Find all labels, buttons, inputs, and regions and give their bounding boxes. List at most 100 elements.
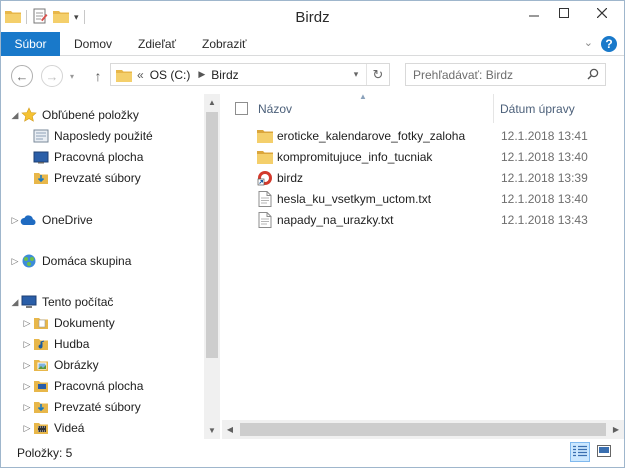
explorer-window: ▾ Birdz Súbor Domov Zdieľať Zobraziť ⌄ ?… [0,0,625,468]
nav-item-homegroup[interactable]: ▷ Domáca skupina [10,251,132,271]
nav-item-favorites[interactable]: ◢ Obľúbené položky [10,105,139,125]
close-button[interactable] [579,1,624,27]
search-input[interactable] [413,67,588,82]
documents-icon [32,315,49,331]
forward-arrow-icon: → [45,68,59,84]
back-button[interactable]: ← [11,65,33,87]
expand-arrow-icon[interactable]: ◢ [10,110,20,121]
nav-item-pictures[interactable]: ▷ Obrázky [22,355,99,375]
scroll-left-icon[interactable]: ◀ [222,420,238,439]
maximize-button[interactable] [549,1,579,27]
refresh-button[interactable]: ↻ [366,64,389,85]
nav-item-videos[interactable]: ▷ Videá [22,418,85,438]
desktop-icon [32,149,49,165]
chevron-down-icon: ▾ [69,71,74,81]
collapsed-arrow-icon[interactable]: ▷ [22,339,32,350]
nav-item-recent-places[interactable]: Naposledy použité [32,126,153,146]
ribbon-expand-chevron-icon[interactable]: ⌄ [584,36,593,49]
file-date: 12.1.2018 13:43 [501,213,588,227]
text-file-icon [256,211,273,228]
minimize-icon [529,7,539,21]
file-row[interactable]: hesla_ku_vsetkym_uctom.txt 12.1.2018 13:… [222,188,624,209]
collapsed-arrow-icon[interactable]: ▷ [22,381,32,392]
nav-item-downloads-pc[interactable]: ▷ Prevzaté súbory [22,397,141,417]
scroll-down-icon[interactable]: ▼ [204,423,220,439]
nav-item-music[interactable]: ▷ Hudba [22,334,90,354]
nav-item-label: Dokumenty [54,316,115,330]
tab-file[interactable]: Súbor [1,32,60,56]
breadcrumb-separator-icon[interactable]: ▶ [198,69,205,80]
shortcut-icon [256,169,273,186]
nav-item-this-pc[interactable]: ◢ Tento počítač [10,292,114,312]
folder-icon [256,148,273,165]
nav-item-label: Prevzaté súbory [54,171,141,185]
star-icon [20,107,37,123]
column-divider[interactable] [493,94,494,123]
nav-item-label: OneDrive [42,213,93,227]
nav-item-desktop-folder[interactable]: ▷ Pracovná plocha [22,376,144,396]
column-header-name[interactable]: Názov [258,102,292,116]
search-box[interactable] [405,63,606,86]
homegroup-icon [20,253,37,269]
column-header-date-modified[interactable]: Dátum úpravy [500,102,575,116]
file-name: birdz [277,171,304,185]
nav-item-label: Naposledy použité [54,129,153,143]
large-icons-view-button[interactable] [594,442,614,462]
tab-share[interactable]: Zdieľať [138,32,176,56]
scroll-right-icon[interactable]: ▶ [608,420,624,439]
select-all-checkbox[interactable] [235,102,248,115]
text-file-icon [256,190,273,207]
expand-arrow-icon[interactable]: ◢ [10,297,20,308]
nav-item-label: Videá [54,421,85,435]
back-arrow-icon: ← [15,68,29,84]
downloads-icon [32,170,49,186]
collapsed-arrow-icon[interactable]: ▷ [22,318,32,329]
address-bar[interactable]: « OS (C:) ▶ Birdz ▾ ↻ [110,63,390,86]
details-view-button[interactable] [570,442,590,462]
nav-item-downloads[interactable]: Prevzaté súbory [32,168,141,188]
maximize-icon [559,7,569,21]
file-date: 12.1.2018 13:40 [501,150,588,164]
close-icon [596,7,607,21]
file-row[interactable]: eroticke_kalendarove_fotky_zaloha 12.1.2… [222,125,624,146]
file-list-horizontal-scrollbar[interactable]: ◀ ▶ [222,420,624,439]
breadcrumb-drive[interactable]: OS (C:) [150,68,191,82]
scrollbar-thumb[interactable] [206,112,218,358]
tab-home[interactable]: Domov [74,32,112,56]
breadcrumb-overflow[interactable]: « [137,68,144,82]
minimize-button[interactable] [519,1,549,27]
navigation-tree: ◢ Obľúbené položky Naposledy použité Pra… [1,94,203,439]
breadcrumb-current[interactable]: Birdz [211,68,238,82]
onedrive-icon [20,212,37,228]
up-arrow-icon: ↑ [94,68,102,84]
collapsed-arrow-icon[interactable]: ▷ [22,423,32,434]
title-bar: ▾ Birdz [1,1,624,32]
search-icon[interactable] [587,68,599,83]
forward-button[interactable]: → [41,65,63,87]
nav-item-onedrive[interactable]: ▷ OneDrive [10,210,93,230]
nav-item-desktop[interactable]: Pracovná plocha [32,147,143,167]
file-row[interactable]: kompromitujuce_info_tucniak 12.1.2018 13… [222,146,624,167]
column-header-row: ▲ Názov Dátum úpravy [222,92,624,123]
recent-locations-button[interactable]: ▾ [67,65,77,87]
scrollbar-thumb[interactable] [240,423,606,436]
address-history-icon[interactable]: ▾ [348,64,364,85]
nav-item-label: Hudba [54,337,90,351]
pictures-icon [32,357,49,373]
navigation-scrollbar[interactable]: ▲ ▼ [204,94,220,439]
item-count: Položky: 5 [17,446,73,460]
collapsed-arrow-icon[interactable]: ▷ [22,360,32,371]
file-date: 12.1.2018 13:40 [501,192,588,206]
scroll-up-icon[interactable]: ▲ [204,95,220,111]
nav-item-label: Prevzaté súbory [54,400,141,414]
collapsed-arrow-icon[interactable]: ▷ [10,215,20,226]
folder-icon [256,127,273,144]
collapsed-arrow-icon[interactable]: ▷ [10,256,20,267]
file-row[interactable]: napady_na_urazky.txt 12.1.2018 13:43 [222,209,624,230]
nav-item-documents[interactable]: ▷ Dokumenty [22,313,115,333]
collapsed-arrow-icon[interactable]: ▷ [22,402,32,413]
file-row[interactable]: birdz 12.1.2018 13:39 [222,167,624,188]
up-button[interactable]: ↑ [89,65,107,87]
tab-view[interactable]: Zobraziť [202,32,247,56]
help-icon[interactable]: ? [601,36,617,52]
